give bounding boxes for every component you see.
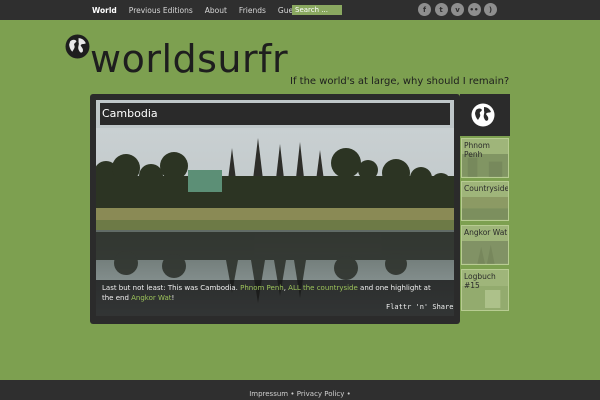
search-input[interactable]	[292, 5, 342, 15]
globe-logo-icon[interactable]	[65, 34, 90, 59]
flattr-share-link[interactable]: Flattr 'n' Share	[386, 303, 453, 311]
thumbnail-image	[462, 197, 508, 220]
footer-separator: •	[346, 390, 351, 398]
footer-separator: •	[290, 390, 295, 398]
nav-item-world[interactable]: World	[92, 6, 117, 15]
thumbnail-image	[462, 241, 508, 264]
thumbnail-label: Logbuch #15	[464, 272, 496, 290]
slide-caption: Last but not least: This was Cambodia. P…	[102, 283, 442, 303]
thumbnail-label: Phnom Penh	[464, 141, 490, 159]
caption-link-phnom-penh[interactable]: Phnom Penh	[240, 284, 284, 292]
vimeo-icon[interactable]: v	[451, 3, 464, 16]
thumbnail-label: Angkor Wat	[464, 228, 508, 237]
slide-title[interactable]: Cambodia	[102, 107, 158, 120]
thumbnail-angkor-wat[interactable]: Angkor Wat	[461, 225, 509, 265]
globe-icon	[471, 103, 495, 127]
flickr-icon[interactable]: ••	[467, 3, 481, 16]
footer-link-impressum[interactable]: Impressum	[249, 390, 288, 398]
caption-text: Last but not least: This was Cambodia.	[102, 284, 241, 292]
thumbnail-countryside[interactable]: Countryside	[461, 181, 509, 221]
thumbnail-label: Countryside	[464, 184, 509, 193]
nav-item-about[interactable]: About	[205, 6, 227, 15]
nav-item-friends[interactable]: Friends	[239, 6, 266, 15]
facebook-icon[interactable]: f	[418, 3, 431, 16]
thumbnail-phnom-penh[interactable]: Phnom Penh	[461, 138, 509, 178]
caption-link-countryside[interactable]: ALL the countryside	[288, 284, 358, 292]
footer-link-privacy-policy[interactable]: Privacy Policy	[297, 390, 345, 398]
social-links: f t v •• )	[418, 3, 501, 16]
caption-link-angkor-wat[interactable]: Angkor Wat	[131, 294, 171, 302]
rss-icon[interactable]: )	[484, 3, 497, 16]
footer-links: Impressum • Privacy Policy •	[0, 390, 600, 398]
caption-text: !	[171, 294, 175, 302]
site-tagline: If the world's at large, why should I re…	[290, 76, 510, 87]
twitter-icon[interactable]: t	[434, 3, 448, 16]
site-title[interactable]: worldsurfr	[90, 40, 288, 78]
nav-item-previous-editions[interactable]: Previous Editions	[129, 6, 193, 15]
thumbnail-logbuch-15[interactable]: Logbuch #15	[461, 269, 509, 311]
